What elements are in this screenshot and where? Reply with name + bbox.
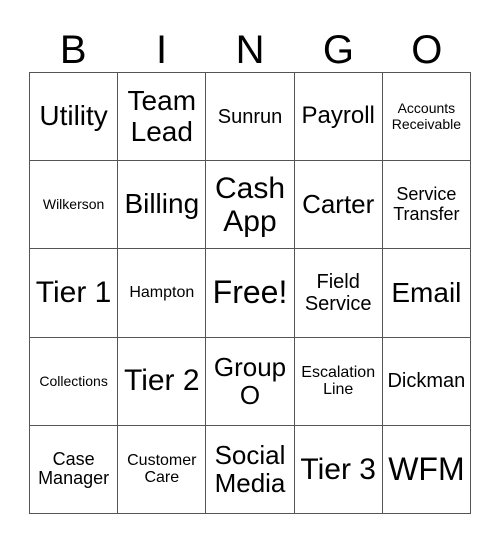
bingo-cell[interactable]: Billing [118, 161, 207, 250]
bingo-cell[interactable]: Utility [30, 73, 119, 162]
bingo-cell[interactable]: Dickman [382, 337, 471, 426]
bingo-cell[interactable]: Carter [294, 161, 383, 250]
bingo-cell[interactable]: Social Media [206, 425, 295, 514]
header-letter-g: G [322, 28, 354, 72]
bingo-cell[interactable]: Tier 1 [30, 249, 119, 338]
bingo-cell[interactable]: Group O [206, 337, 295, 426]
bingo-grid: Utility Team Lead Sunrun Payroll Account… [29, 72, 471, 514]
bingo-cell[interactable]: Customer Care [118, 425, 207, 514]
bingo-cell[interactable]: Email [382, 249, 471, 338]
bingo-cell[interactable]: Sunrun [206, 73, 295, 162]
bingo-cell[interactable]: Escalation Line [294, 337, 383, 426]
bingo-cell[interactable]: Tier 3 [294, 425, 383, 514]
header-letter-o: O [411, 28, 443, 72]
header-letter-i: I [156, 28, 168, 72]
free-space-cell[interactable]: Free! [206, 249, 295, 338]
header-letter-n: N [235, 28, 265, 72]
bingo-cell[interactable]: Field Service [294, 249, 383, 338]
bingo-cell[interactable]: Case Manager [30, 425, 119, 514]
bingo-cell[interactable]: Payroll [294, 73, 383, 162]
bingo-cell[interactable]: Wilkerson [30, 161, 119, 250]
bingo-cell[interactable]: Cash App [206, 161, 295, 250]
bingo-cell[interactable]: WFM [382, 425, 471, 514]
bingo-cell[interactable]: Collections [30, 337, 119, 426]
bingo-cell[interactable]: Tier 2 [118, 337, 207, 426]
bingo-cell[interactable]: Service Transfer [382, 161, 471, 250]
bingo-cell[interactable]: Team Lead [118, 73, 207, 162]
bingo-cell[interactable]: Accounts Receivable [382, 73, 471, 162]
header-letter-b: B [59, 28, 87, 72]
bingo-cell[interactable]: Hampton [118, 249, 207, 338]
bingo-header: B I N G O [29, 28, 471, 72]
